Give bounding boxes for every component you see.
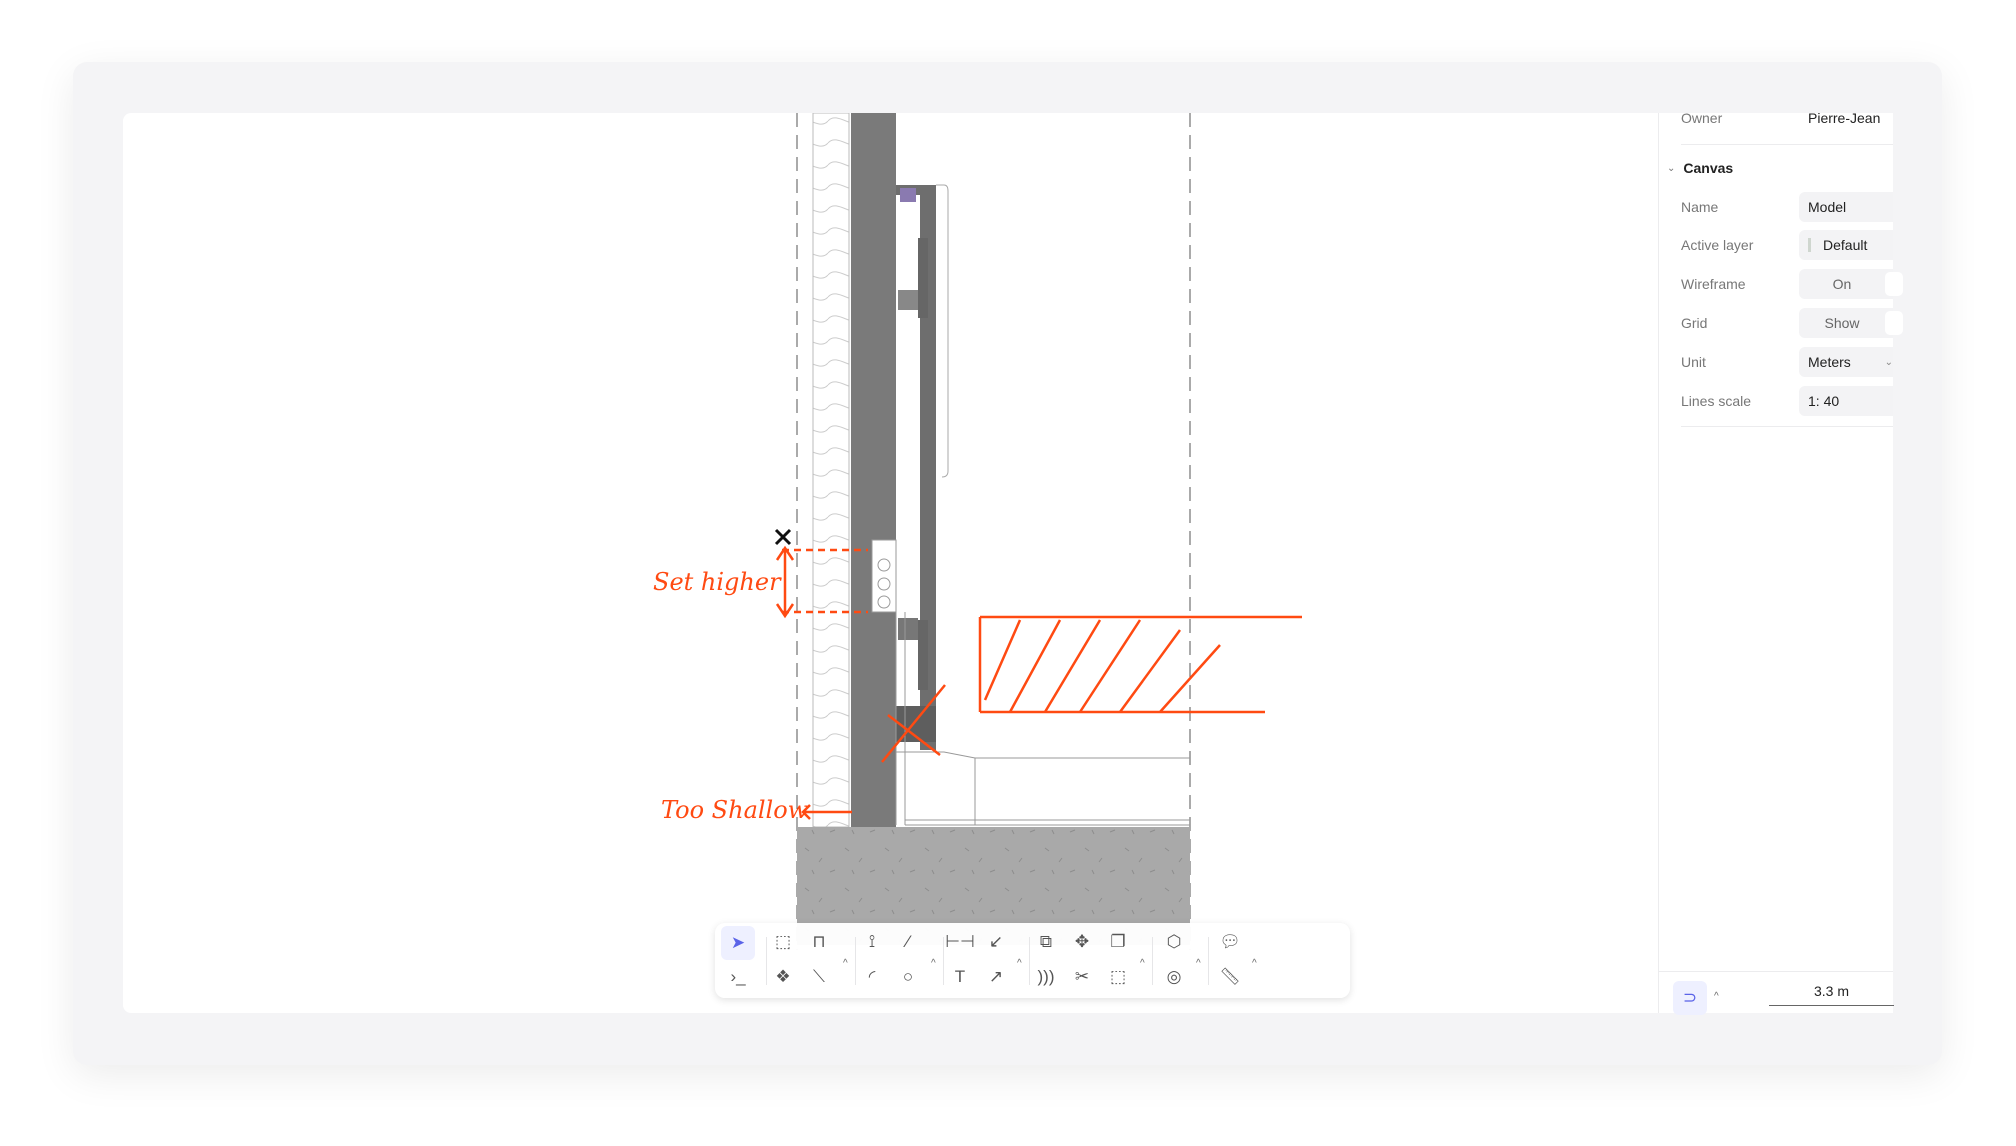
measure-tool[interactable]: ⟍ [805, 963, 833, 991]
ruler-icon: 📏︎ [1219, 967, 1241, 986]
box-tool[interactable]: ⬚ [769, 928, 797, 956]
wall-layer [851, 113, 896, 827]
label-leader-icon: ↙ [988, 932, 1004, 951]
measure-line-icon: ⟍ [813, 967, 825, 986]
caret-icon[interactable]: ^ [1196, 958, 1201, 969]
scale-bar [1769, 1001, 1894, 1006]
outlet-box [871, 539, 897, 613]
polyline-tool[interactable]: ⟟ [858, 928, 886, 956]
layer-color-swatch [1808, 238, 1811, 252]
section-drawing: Set higher Too Shallow [653, 113, 1302, 950]
chevron-down-icon: ⌄ [1884, 356, 1893, 368]
arrow-icon: ↗ [988, 967, 1004, 986]
cut-tool[interactable]: ✂ [1068, 963, 1096, 991]
comment-tool[interactable]: 💬︎ [1216, 928, 1244, 956]
grid-hide-option[interactable] [1885, 311, 1903, 335]
comment-icon: 💬︎ [1219, 932, 1241, 951]
dimension-icon: ⊢⊣ [945, 932, 975, 951]
circle-tool[interactable]: ○ [894, 963, 922, 991]
crop-tool[interactable]: ⬚ [1104, 963, 1132, 991]
caret-icon[interactable]: ^ [1140, 958, 1145, 969]
move-icon: ✥ [1074, 932, 1090, 951]
magnet-icon: ⊃ [1682, 988, 1698, 1007]
arc-icon: ◜ [868, 967, 876, 986]
chevron-down-icon: ⌄ [1667, 162, 1676, 174]
caret-icon[interactable]: ^ [1017, 958, 1022, 969]
arrow-tool[interactable]: ↗ [982, 963, 1010, 991]
offset-tool[interactable]: ))) [1032, 963, 1060, 991]
select-arrow-icon: ➤ [730, 933, 746, 952]
copy-icon: ⧉ [1039, 932, 1053, 951]
offset-icon: ))) [1037, 967, 1055, 986]
scissors-icon: ✂ [1074, 967, 1090, 986]
terminal-icon: ›_ [730, 967, 746, 986]
annotation-set-higher: Set higher [653, 568, 782, 596]
move-tool[interactable]: ✥ [1068, 928, 1096, 956]
duplicate-tool[interactable]: ❐ [1104, 928, 1132, 956]
polyline-icon: ⟟ [868, 932, 876, 951]
add-object-tool[interactable]: ⬡ [1160, 928, 1188, 956]
canvas-section-header[interactable]: ⌄ Canvas [1667, 153, 1893, 183]
grid-toggle[interactable]: Show [1799, 308, 1903, 338]
text-tool[interactable]: T [946, 963, 974, 991]
snap-magnet-button[interactable]: ⊃ [1673, 981, 1707, 1015]
camera-view-tool[interactable]: ◎ [1160, 963, 1188, 991]
active-layer-select[interactable]: Default [1799, 230, 1893, 260]
name-input[interactable]: Model [1799, 192, 1893, 222]
scale-bar-label: 3.3 m [1813, 983, 1849, 999]
owner-value: Pierre-Jean [1808, 110, 1881, 126]
remove-marker-icon [774, 528, 792, 546]
ruler-tool[interactable]: 📏︎ [1216, 963, 1244, 991]
unit-select[interactable]: Meters ⌄ [1799, 347, 1893, 377]
add-3d-object-icon: ⬡ [1166, 932, 1182, 951]
lines-scale-input[interactable]: 1: 40 [1799, 386, 1893, 416]
copy-tool[interactable]: ⧉ [1032, 928, 1060, 956]
dimension-tool[interactable]: ⊢⊣ [945, 928, 975, 956]
caret-icon[interactable]: ^ [931, 958, 936, 969]
properties-panel: Owner Pierre-Jean ⌄ Canvas Name Model Ac… [1658, 110, 1903, 1015]
wireframe-toggle[interactable]: On [1799, 269, 1903, 299]
door-icon: ⊓ [812, 932, 826, 951]
camera-view-icon: ◎ [1166, 967, 1182, 986]
terminal-tool[interactable]: ›_ [724, 963, 752, 991]
cube-icon: ⬚ [774, 932, 792, 951]
circle-icon: ○ [902, 967, 914, 986]
drawing-canvas[interactable]: Set higher Too Shallow [123, 113, 1893, 1013]
owner-label: Owner [1681, 110, 1723, 126]
select-tool[interactable]: ➤ [721, 926, 755, 960]
drawing-toolbar: ➤ ›_ ⬚ ⊓ ❖ ⟍ ^ ⟟ ⁄ ◜ ○ ^ ⊢⊣ ↙ T ↗ ^ ⧉ ✥ … [715, 923, 1350, 998]
line-icon: ⁄ [906, 932, 910, 951]
line-tool[interactable]: ⁄ [894, 928, 922, 956]
wireframe-off-option[interactable] [1885, 272, 1903, 296]
snap-options-caret[interactable]: ^ [1714, 991, 1719, 1002]
arc-tool[interactable]: ◜ [858, 963, 886, 991]
component-icon: ❖ [775, 967, 791, 986]
caret-icon[interactable]: ^ [1252, 958, 1257, 969]
duplicate-icon: ❐ [1110, 932, 1126, 951]
annotation-too-shallow: Too Shallow [661, 796, 809, 824]
crop-icon: ⬚ [1109, 967, 1127, 986]
caret-icon[interactable]: ^ [843, 958, 848, 969]
label-tool[interactable]: ↙ [982, 928, 1010, 956]
insulation-layer [812, 113, 850, 828]
text-icon: T [954, 967, 966, 986]
door-tool[interactable]: ⊓ [805, 928, 833, 956]
component-tool[interactable]: ❖ [769, 963, 797, 991]
